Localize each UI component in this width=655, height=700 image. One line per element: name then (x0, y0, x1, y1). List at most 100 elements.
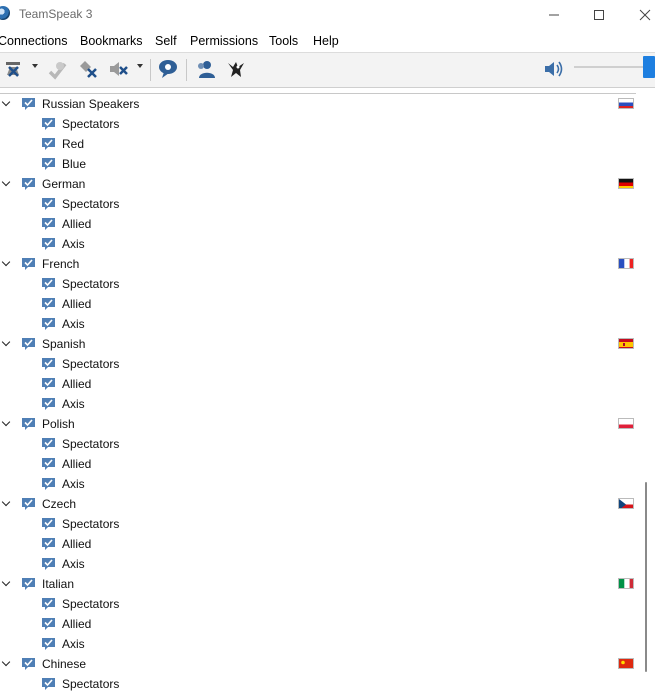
whisper-icon[interactable] (225, 58, 247, 80)
subchannel-name: Axis (62, 317, 85, 331)
channel-name: Italian (42, 577, 75, 591)
maximize-button[interactable] (576, 0, 622, 30)
subchannel-row[interactable]: Allied (0, 214, 636, 234)
expand-chevron-icon[interactable] (1, 257, 11, 267)
subchannel-row[interactable]: Allied (0, 454, 636, 474)
channel-icon (42, 618, 55, 630)
menu-self[interactable]: Self (155, 34, 177, 48)
subchannel-row[interactable]: Allied (0, 614, 636, 634)
subchannel-name: Spectators (62, 597, 120, 611)
channel-icon (22, 578, 35, 590)
channel-icon (42, 638, 55, 650)
away-icon[interactable] (46, 58, 68, 80)
channel-row[interactable]: Russian Speakers (0, 94, 636, 114)
channel-icon (42, 558, 55, 570)
channel-icon (42, 598, 55, 610)
subchannel-row[interactable]: Spectators (0, 114, 636, 134)
subchannel-row[interactable]: Allied (0, 374, 636, 394)
teamspeak-logo-icon (0, 6, 10, 20)
channel-icon (42, 278, 55, 290)
subchannel-row[interactable]: Axis (0, 234, 636, 254)
channel-row[interactable]: French (0, 254, 636, 274)
subchannel-name: Axis (62, 237, 85, 251)
subchannel-name: Red (62, 137, 85, 151)
speaker-volume-icon[interactable] (543, 58, 565, 80)
subchannel-row[interactable]: Allied (0, 534, 636, 554)
subchannel-name: Allied (62, 617, 92, 631)
subchannel-row[interactable]: Blue (0, 154, 636, 174)
subchannel-row[interactable]: Axis (0, 314, 636, 334)
subchannel-name: Axis (62, 397, 85, 411)
menu-bar: Connections Bookmarks Self Permissions T… (0, 30, 655, 52)
subchannel-row[interactable]: Spectators (0, 594, 636, 614)
channel-name: Spanish (42, 337, 86, 351)
channel-row[interactable]: Italian (0, 574, 636, 594)
chat-icon[interactable] (157, 58, 179, 80)
channel-row[interactable]: Spanish (0, 334, 636, 354)
expand-chevron-icon[interactable] (1, 657, 11, 667)
subchannel-row[interactable]: Axis (0, 554, 636, 574)
minimize-button[interactable] (531, 0, 577, 30)
close-button[interactable] (622, 0, 655, 30)
channel-icon (22, 338, 35, 350)
title-bar: TeamSpeak 3 (0, 0, 655, 30)
channel-row[interactable]: Czech (0, 494, 636, 514)
expand-chevron-icon[interactable] (1, 577, 11, 587)
subchannel-row[interactable]: Red (0, 134, 636, 154)
subchannel-row[interactable]: Spectators (0, 514, 636, 534)
scrollbar-thumb[interactable] (645, 482, 647, 672)
menu-permissions[interactable]: Permissions (190, 34, 258, 48)
channel-icon (42, 438, 55, 450)
volume-slider-thumb[interactable] (643, 56, 655, 78)
volume-slider-track[interactable] (574, 66, 644, 68)
mute-microphone-icon[interactable] (77, 58, 99, 80)
expand-chevron-icon[interactable] (1, 417, 11, 427)
subchannel-name: Blue (62, 157, 87, 171)
channel-row[interactable]: Polish (0, 414, 636, 434)
channel-row[interactable]: Chinese (0, 654, 636, 674)
subchannel-name: Spectators (62, 277, 120, 291)
menu-bookmarks[interactable]: Bookmarks (80, 34, 143, 48)
window-title: TeamSpeak 3 (19, 7, 93, 21)
channel-row[interactable]: German (0, 174, 636, 194)
channel-name: German (42, 177, 86, 191)
toolbar-separator (186, 59, 187, 81)
subchannel-name: Allied (62, 537, 92, 551)
channel-icon (42, 518, 55, 530)
expand-chevron-icon[interactable] (1, 497, 11, 507)
channel-name: Russian Speakers (42, 97, 140, 111)
disconnect-dropdown-arrow[interactable] (32, 64, 38, 68)
mute-speakers-icon[interactable] (107, 58, 129, 80)
subchannel-row[interactable]: Axis (0, 394, 636, 414)
channel-icon (22, 258, 35, 270)
menu-help[interactable]: Help (313, 34, 339, 48)
channel-name: Chinese (42, 657, 87, 671)
channel-name: Polish (42, 417, 75, 431)
menu-tools[interactable]: Tools (269, 34, 298, 48)
channel-icon (42, 318, 55, 330)
toolbar (0, 52, 655, 88)
subchannel-row[interactable]: Spectators (0, 354, 636, 374)
channel-icon (42, 158, 55, 170)
subchannel-row[interactable]: Spectators (0, 274, 636, 294)
channel-icon (42, 478, 55, 490)
subchannel-row[interactable]: Axis (0, 474, 636, 494)
channel-icon (42, 218, 55, 230)
subchannel-row[interactable]: Spectators (0, 434, 636, 454)
channel-icon (22, 498, 35, 510)
subchannel-row[interactable]: Spectators (0, 194, 636, 214)
subchannel-name: Axis (62, 477, 85, 491)
subchannel-row[interactable]: Allied (0, 294, 636, 314)
mute-speakers-dropdown-arrow[interactable] (137, 64, 143, 68)
flag-cz-icon (618, 498, 634, 509)
subchannel-name: Spectators (62, 357, 120, 371)
expand-chevron-icon[interactable] (1, 337, 11, 347)
subchannel-row[interactable]: Axis (0, 634, 636, 654)
expand-chevron-icon[interactable] (1, 97, 11, 107)
expand-chevron-icon[interactable] (1, 177, 11, 187)
channel-icon (42, 238, 55, 250)
disconnect-icon[interactable] (3, 58, 25, 80)
menu-connections[interactable]: Connections (0, 34, 68, 48)
contacts-icon[interactable] (194, 58, 216, 80)
subchannel-row[interactable]: Spectators (0, 674, 636, 694)
